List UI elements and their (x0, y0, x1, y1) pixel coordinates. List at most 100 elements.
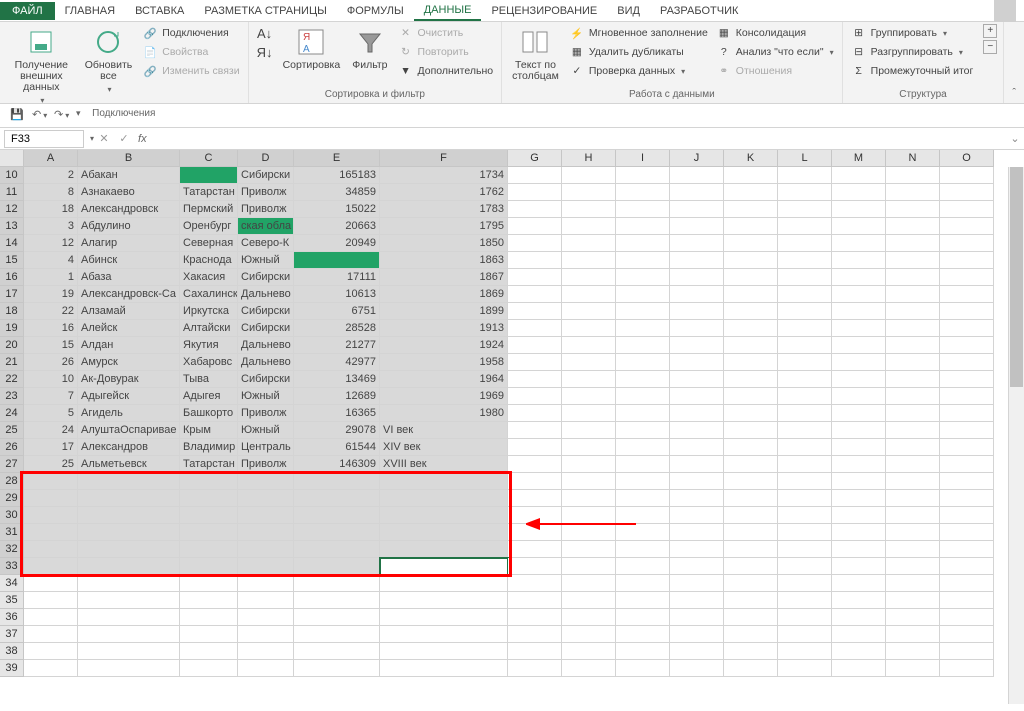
cell-O18[interactable] (940, 303, 994, 320)
cell-D25[interactable]: Южный (238, 422, 294, 439)
cell-J35[interactable] (670, 592, 724, 609)
cell-G17[interactable] (508, 286, 562, 303)
cell-B12[interactable]: Александровск (78, 201, 180, 218)
cell-F30[interactable] (380, 507, 508, 524)
cell-O37[interactable] (940, 626, 994, 643)
cell-D29[interactable] (238, 490, 294, 507)
cell-G36[interactable] (508, 609, 562, 626)
cell-C27[interactable]: Татарстан (180, 456, 238, 473)
cell-K13[interactable] (724, 218, 778, 235)
ungroup-button[interactable]: ⊟Разгруппировать▾ (849, 43, 976, 61)
cell-N21[interactable] (886, 354, 940, 371)
cell-E32[interactable] (294, 541, 380, 558)
cell-M21[interactable] (832, 354, 886, 371)
cell-E23[interactable]: 12689 (294, 388, 380, 405)
cell-K17[interactable] (724, 286, 778, 303)
cell-B15[interactable]: Абинск (78, 252, 180, 269)
cell-B18[interactable]: Алзамай (78, 303, 180, 320)
cell-N22[interactable] (886, 371, 940, 388)
row-header-25[interactable]: 25 (0, 422, 24, 439)
cell-D26[interactable]: Централь (238, 439, 294, 456)
cell-E34[interactable] (294, 575, 380, 592)
cell-N13[interactable] (886, 218, 940, 235)
cell-G21[interactable] (508, 354, 562, 371)
cell-O10[interactable] (940, 167, 994, 184)
cell-D23[interactable]: Южный (238, 388, 294, 405)
cell-I22[interactable] (616, 371, 670, 388)
cell-G10[interactable] (508, 167, 562, 184)
cell-M14[interactable] (832, 235, 886, 252)
cell-D16[interactable]: Сибирски (238, 269, 294, 286)
cell-D20[interactable]: Дальнево (238, 337, 294, 354)
cell-O39[interactable] (940, 660, 994, 677)
cell-A17[interactable]: 19 (24, 286, 78, 303)
sort-asc-button[interactable]: A↓ (255, 24, 275, 42)
cell-C14[interactable]: Северная (180, 235, 238, 252)
cell-N15[interactable] (886, 252, 940, 269)
cell-H10[interactable] (562, 167, 616, 184)
cell-M35[interactable] (832, 592, 886, 609)
cell-I20[interactable] (616, 337, 670, 354)
cell-B36[interactable] (78, 609, 180, 626)
cell-M24[interactable] (832, 405, 886, 422)
cell-L16[interactable] (778, 269, 832, 286)
cell-K38[interactable] (724, 643, 778, 660)
cell-E29[interactable] (294, 490, 380, 507)
cell-G35[interactable] (508, 592, 562, 609)
cell-C35[interactable] (180, 592, 238, 609)
cell-K31[interactable] (724, 524, 778, 541)
clear-filter-button[interactable]: ✕Очистить (396, 24, 496, 42)
cell-C36[interactable] (180, 609, 238, 626)
cell-H36[interactable] (562, 609, 616, 626)
cell-I39[interactable] (616, 660, 670, 677)
cell-D38[interactable] (238, 643, 294, 660)
cell-F28[interactable] (380, 473, 508, 490)
column-header-A[interactable]: A (24, 150, 78, 167)
cell-I31[interactable] (616, 524, 670, 541)
cell-F27[interactable]: XVIII век (380, 456, 508, 473)
cell-N23[interactable] (886, 388, 940, 405)
cell-O12[interactable] (940, 201, 994, 218)
cell-G19[interactable] (508, 320, 562, 337)
cell-I12[interactable] (616, 201, 670, 218)
cell-B38[interactable] (78, 643, 180, 660)
cell-E39[interactable] (294, 660, 380, 677)
formula-bar-expand-icon[interactable]: ⌄ (1006, 132, 1024, 145)
column-header-E[interactable]: E (294, 150, 380, 167)
cell-I34[interactable] (616, 575, 670, 592)
cell-J36[interactable] (670, 609, 724, 626)
cell-K15[interactable] (724, 252, 778, 269)
cell-J10[interactable] (670, 167, 724, 184)
cell-H37[interactable] (562, 626, 616, 643)
cell-N36[interactable] (886, 609, 940, 626)
cell-L13[interactable] (778, 218, 832, 235)
cell-L19[interactable] (778, 320, 832, 337)
cell-K11[interactable] (724, 184, 778, 201)
cell-C32[interactable] (180, 541, 238, 558)
cell-C20[interactable]: Якутия (180, 337, 238, 354)
cell-M10[interactable] (832, 167, 886, 184)
cell-L12[interactable] (778, 201, 832, 218)
cell-L10[interactable] (778, 167, 832, 184)
cell-J12[interactable] (670, 201, 724, 218)
cell-F14[interactable]: 1850 (380, 235, 508, 252)
cell-E28[interactable] (294, 473, 380, 490)
cell-I11[interactable] (616, 184, 670, 201)
cell-I17[interactable] (616, 286, 670, 303)
save-icon[interactable]: 💾 (10, 108, 26, 124)
cell-A34[interactable] (24, 575, 78, 592)
cell-J29[interactable] (670, 490, 724, 507)
row-header-14[interactable]: 14 (0, 235, 24, 252)
data-validation-button[interactable]: ✓Проверка данных▾ (567, 62, 710, 80)
cell-O28[interactable] (940, 473, 994, 490)
cell-D34[interactable] (238, 575, 294, 592)
column-header-C[interactable]: C (180, 150, 238, 167)
cell-G32[interactable] (508, 541, 562, 558)
cell-J11[interactable] (670, 184, 724, 201)
cell-F36[interactable] (380, 609, 508, 626)
cell-F32[interactable] (380, 541, 508, 558)
cell-M33[interactable] (832, 558, 886, 575)
cell-J32[interactable] (670, 541, 724, 558)
redo-icon[interactable]: ↷▾ (54, 108, 70, 124)
row-header-34[interactable]: 34 (0, 575, 24, 592)
